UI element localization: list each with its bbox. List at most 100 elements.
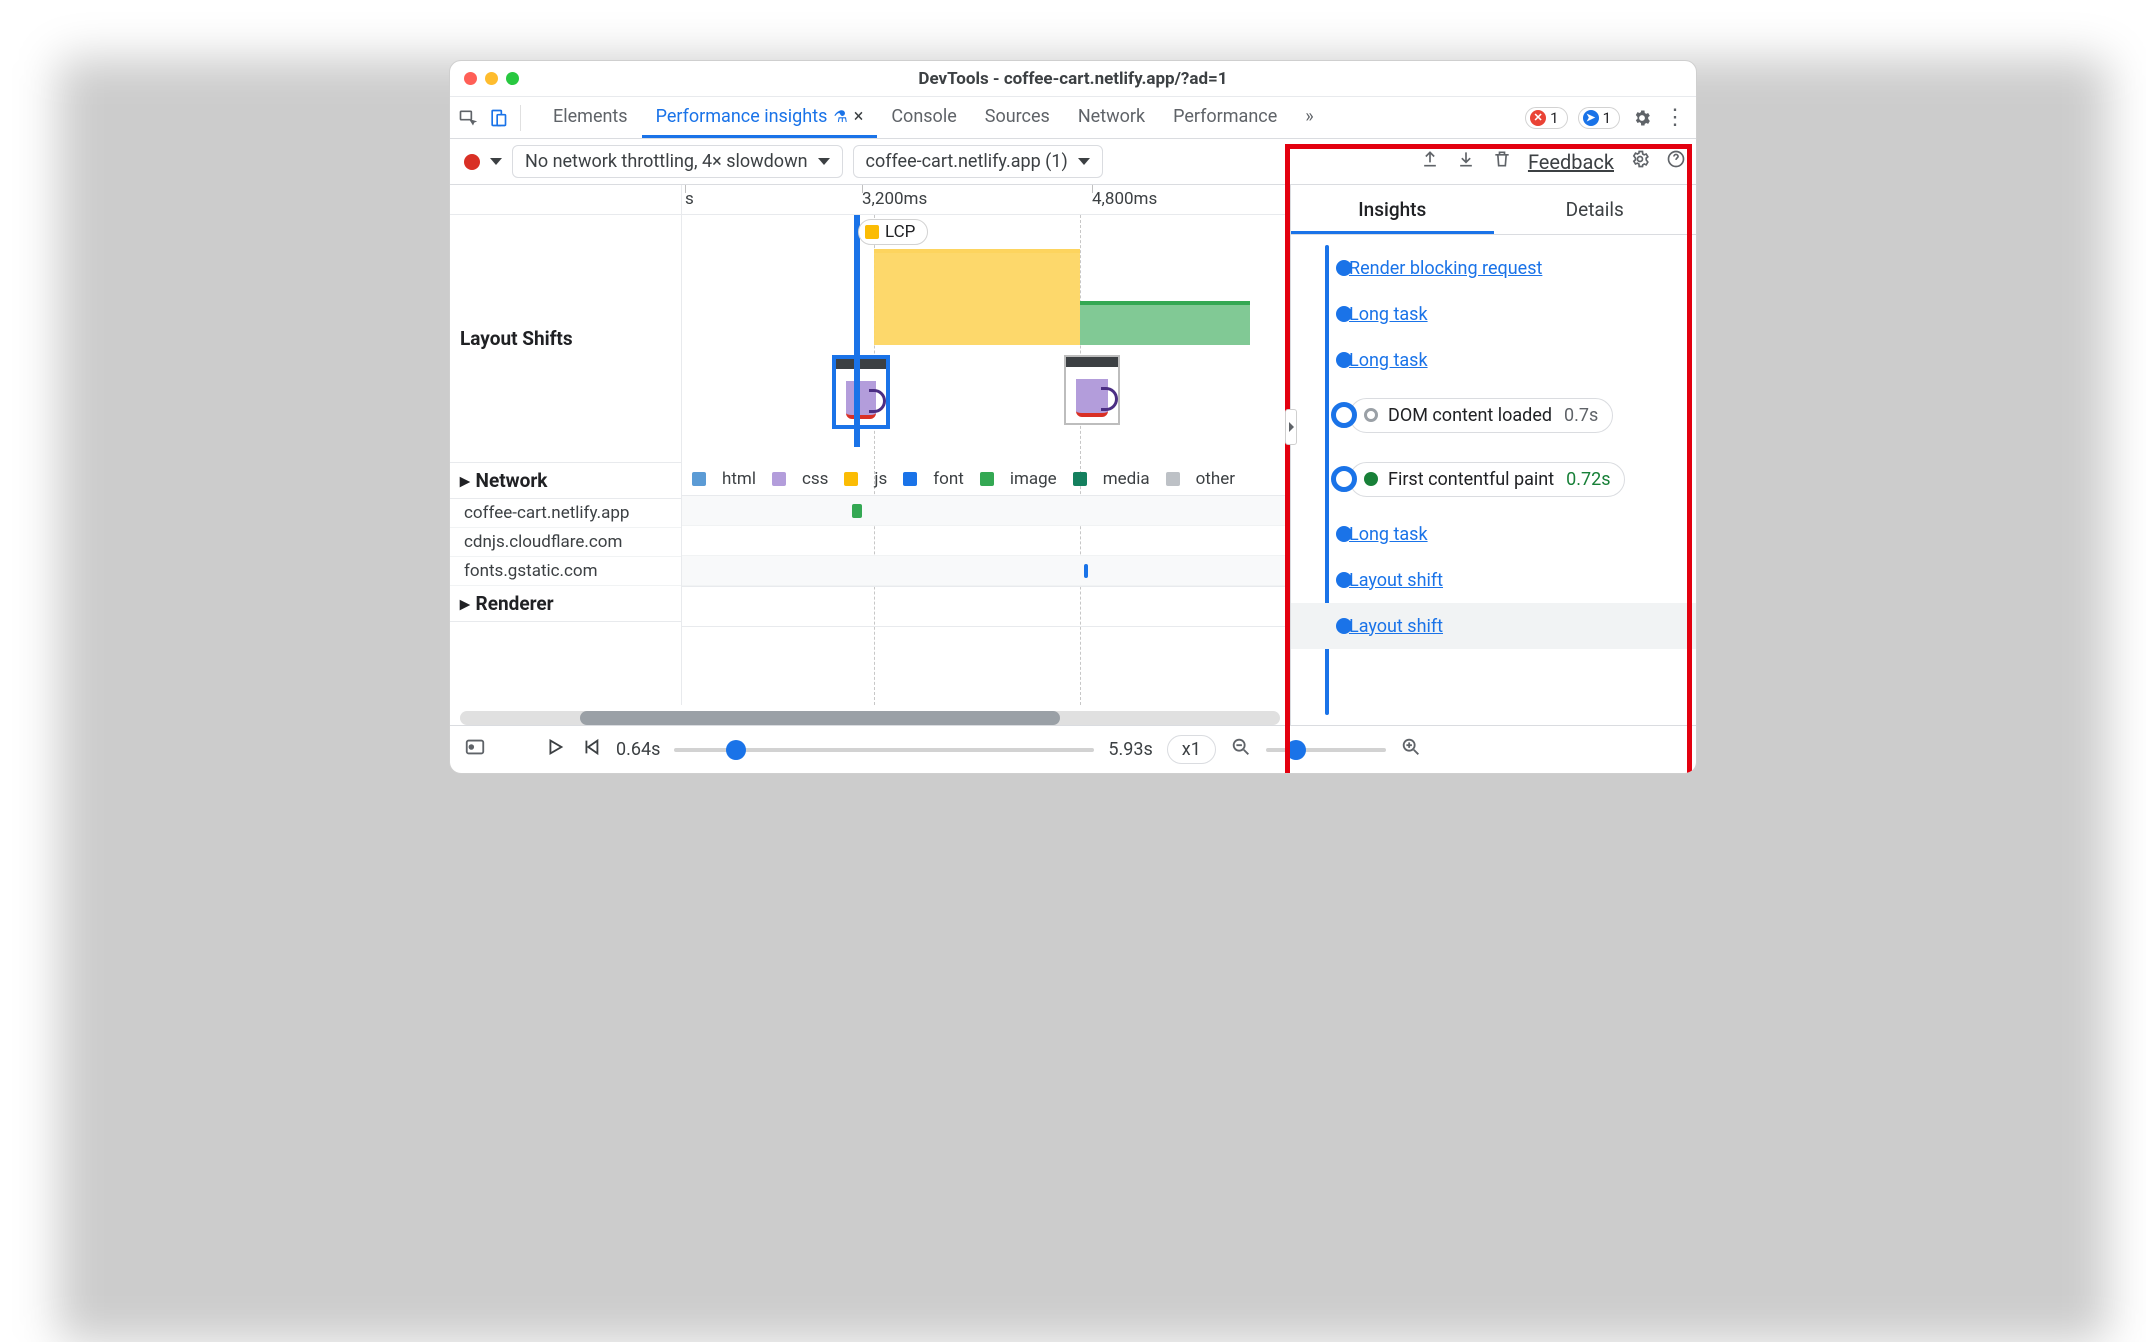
insight-link[interactable]: Long task [1349, 350, 1428, 371]
export-icon[interactable] [1420, 149, 1440, 174]
tab-performance-insights[interactable]: Performance insights ⚗︎ × [642, 97, 878, 138]
message-dot-icon: ➤ [1583, 110, 1599, 126]
tab-network[interactable]: Network [1064, 97, 1159, 138]
slider-knob[interactable] [1286, 740, 1306, 760]
tab-details[interactable]: Details [1494, 185, 1697, 234]
timeline-marker[interactable] [854, 215, 860, 447]
network-row[interactable] [682, 526, 1290, 556]
swatch-font-icon [903, 472, 917, 486]
track-labels: Layout Shifts ▸Network coffee-cart.netli… [450, 185, 682, 705]
lcp-region[interactable] [874, 249, 1080, 345]
network-label: Network [476, 469, 548, 492]
pane-resize-grip[interactable] [1285, 409, 1297, 445]
network-host-row[interactable]: coffee-cart.netlify.app [450, 499, 681, 528]
horizontal-scrollbar[interactable] [460, 711, 1280, 725]
status-dot-icon [1364, 472, 1378, 486]
close-window-icon[interactable] [464, 72, 477, 85]
slider-knob[interactable] [726, 740, 746, 760]
section-renderer[interactable]: ▸Renderer [450, 586, 681, 622]
rewind-icon[interactable] [580, 736, 602, 763]
network-row[interactable] [682, 556, 1290, 586]
lcp-chip[interactable]: LCP [858, 219, 928, 245]
zoom-in-icon[interactable] [1400, 736, 1422, 763]
zoom-out-icon[interactable] [1230, 736, 1252, 763]
throttling-select[interactable]: No network throttling, 4× slowdown [512, 145, 843, 178]
zoom-slider[interactable] [1266, 748, 1386, 752]
tab-more[interactable]: » [1291, 97, 1327, 138]
insight-link[interactable]: Layout shift [1349, 570, 1443, 591]
network-host-row[interactable]: cdnjs.cloudflare.com [450, 528, 681, 557]
insight-item[interactable]: Layout shift [1291, 603, 1696, 649]
tab-performance[interactable]: Performance [1159, 97, 1291, 138]
insight-link[interactable]: Long task [1349, 524, 1428, 545]
screenshot-toggle-icon[interactable] [464, 736, 486, 763]
timeline-tracks[interactable]: s 3,200ms 4,800ms LCP [682, 185, 1290, 705]
legend-other: other [1196, 469, 1235, 489]
timeline-region[interactable] [1080, 305, 1250, 345]
inspect-element-icon[interactable] [456, 106, 480, 130]
insight-item[interactable]: Long task [1309, 511, 1684, 557]
kebab-menu-icon[interactable]: ⋮ [1664, 105, 1684, 130]
tab-elements[interactable]: Elements [539, 97, 642, 138]
legend-html: html [722, 469, 756, 489]
errors-badge[interactable]: ✕ 1 [1525, 107, 1567, 129]
insight-link[interactable]: Render blocking request [1349, 258, 1542, 279]
request-bar[interactable] [852, 504, 862, 518]
filmstrip-thumbnail[interactable] [832, 355, 890, 429]
tab-details-label: Details [1566, 198, 1624, 221]
network-host-row[interactable]: fonts.gstatic.com [450, 557, 681, 586]
scrollbar-thumb[interactable] [580, 711, 1060, 725]
import-icon[interactable] [1456, 149, 1476, 174]
main-split: Layout Shifts ▸Network coffee-cart.netli… [450, 185, 1696, 725]
delete-icon[interactable] [1492, 149, 1512, 174]
messages-badge[interactable]: ➤ 1 [1578, 107, 1620, 129]
insight-link[interactable]: Layout shift [1349, 616, 1443, 637]
ruler-tick: 4,800ms [1092, 189, 1157, 209]
request-bar[interactable] [1084, 564, 1088, 578]
zoom-level[interactable]: x1 [1167, 735, 1216, 764]
legend-image: image [1010, 469, 1057, 489]
insight-item[interactable]: Render blocking request [1309, 245, 1684, 291]
milestone-label: DOM content loaded [1388, 405, 1552, 426]
insight-item[interactable]: Long task [1309, 291, 1684, 337]
devtools-toolbar: Elements Performance insights ⚗︎ × Conso… [450, 97, 1696, 139]
swatch-js-icon [844, 472, 858, 486]
insight-link[interactable]: Long task [1349, 304, 1428, 325]
section-network[interactable]: ▸Network [450, 463, 681, 499]
filmstrip-thumbnail[interactable] [1064, 355, 1120, 425]
close-tab-icon[interactable]: × [854, 106, 864, 127]
settings-gear-icon[interactable] [1630, 106, 1654, 130]
network-row[interactable] [682, 496, 1290, 526]
errors-count: 1 [1550, 109, 1558, 127]
timeline-node-icon [1336, 306, 1352, 322]
playhead-slider[interactable] [674, 748, 1094, 752]
tab-performance-label: Performance [1173, 106, 1277, 127]
layout-shifts-label: Layout Shifts [460, 327, 573, 350]
insight-milestone[interactable]: First contentful paint 0.72s [1309, 447, 1684, 511]
timeline-pane: Layout Shifts ▸Network coffee-cart.netli… [450, 185, 1291, 725]
insight-milestone[interactable]: DOM content loaded 0.7s [1309, 383, 1684, 447]
time-ruler: s 3,200ms 4,800ms [682, 185, 1290, 215]
tab-sources[interactable]: Sources [971, 97, 1064, 138]
insight-item[interactable]: Layout shift [1309, 557, 1684, 603]
tab-console[interactable]: Console [877, 97, 970, 138]
recording-select[interactable]: coffee-cart.netlify.app (1) [853, 145, 1103, 178]
swatch-html-icon [692, 472, 706, 486]
panel-settings-icon[interactable] [1630, 149, 1650, 174]
tab-elements-label: Elements [553, 106, 628, 127]
renderer-track[interactable] [682, 587, 1290, 627]
record-button-icon[interactable] [464, 154, 480, 170]
messages-count: 1 [1603, 109, 1611, 127]
minimize-window-icon[interactable] [485, 72, 498, 85]
caret-down-icon [818, 158, 830, 165]
maximize-window-icon[interactable] [506, 72, 519, 85]
feedback-link[interactable]: Feedback [1528, 150, 1614, 174]
play-icon[interactable] [544, 736, 566, 763]
help-icon[interactable] [1666, 149, 1686, 174]
tab-insights[interactable]: Insights [1291, 185, 1494, 234]
device-toolbar-icon[interactable] [486, 106, 510, 130]
insight-item[interactable]: Long task [1309, 337, 1684, 383]
record-mode-dropdown[interactable] [490, 158, 502, 165]
insights-pane: Insights Details Render blocking request… [1291, 185, 1696, 725]
timeline-milestone-icon [1331, 402, 1357, 428]
